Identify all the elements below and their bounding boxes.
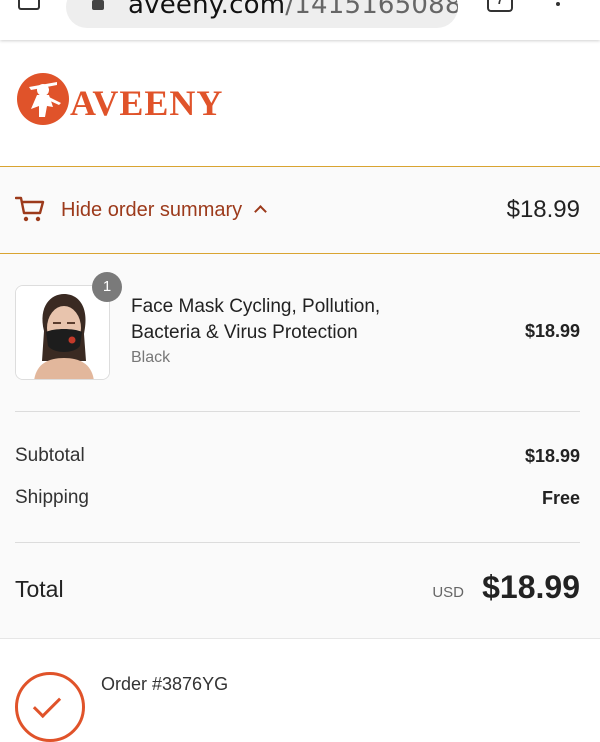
shipping-value: Free bbox=[541, 488, 580, 508]
currency-code: USD bbox=[432, 584, 464, 601]
subtotal-value: $18.99 bbox=[524, 446, 580, 466]
home-icon[interactable] bbox=[18, 0, 40, 10]
total-value: $18.99 bbox=[482, 569, 580, 605]
order-summary-panel: 1 Face Mask Cycling, Pollution, Bacteria… bbox=[0, 254, 600, 638]
url-host: aveeny.com bbox=[128, 0, 286, 20]
store-header: AVEENY bbox=[0, 40, 600, 166]
shipping-label: Shipping bbox=[15, 487, 89, 508]
toggle-summary-label[interactable]: Hide order summary bbox=[61, 199, 242, 222]
tab-switcher-button[interactable]: 7 bbox=[487, 0, 513, 12]
brand-logo[interactable] bbox=[17, 73, 69, 125]
ninja-logo-icon bbox=[29, 82, 61, 117]
tab-count: 7 bbox=[496, 0, 504, 7]
url-text[interactable]: aveeny.com/14151650882/orc bbox=[128, 0, 458, 20]
order-confirmation: Order #3876YG bbox=[0, 638, 600, 742]
browser-toolbar: aveeny.com/14151650882/orc 7 bbox=[0, 0, 600, 40]
product-image bbox=[15, 285, 110, 380]
address-bar[interactable]: aveeny.com/14151650882/orc bbox=[66, 0, 458, 28]
toggle-total-price: $18.99 bbox=[506, 196, 580, 223]
url-path: /14151650882/orc bbox=[285, 0, 458, 20]
order-number: Order #3876YG bbox=[101, 674, 229, 694]
checkmark-icon bbox=[32, 689, 62, 719]
divider bbox=[15, 542, 580, 543]
total-label: Total bbox=[15, 576, 64, 602]
divider bbox=[15, 411, 580, 412]
quantity-badge: 1 bbox=[92, 272, 122, 302]
face-mask-product-image bbox=[16, 286, 109, 379]
order-summary-toggle[interactable]: Hide order summary $18.99 bbox=[0, 166, 600, 254]
product-variant: Black bbox=[131, 349, 171, 366]
chevron-up-icon[interactable] bbox=[254, 205, 267, 218]
brand-name[interactable]: AVEENY bbox=[70, 82, 223, 124]
overflow-menu-icon[interactable] bbox=[550, 0, 566, 14]
cart-icon bbox=[15, 196, 45, 222]
subtotal-label: Subtotal bbox=[15, 445, 85, 466]
product-price: $18.99 bbox=[524, 321, 580, 341]
product-title: Face Mask Cycling, Pollution, Bacteria &… bbox=[131, 296, 381, 343]
lock-icon[interactable] bbox=[92, 0, 104, 10]
check-circle-icon bbox=[15, 672, 85, 742]
